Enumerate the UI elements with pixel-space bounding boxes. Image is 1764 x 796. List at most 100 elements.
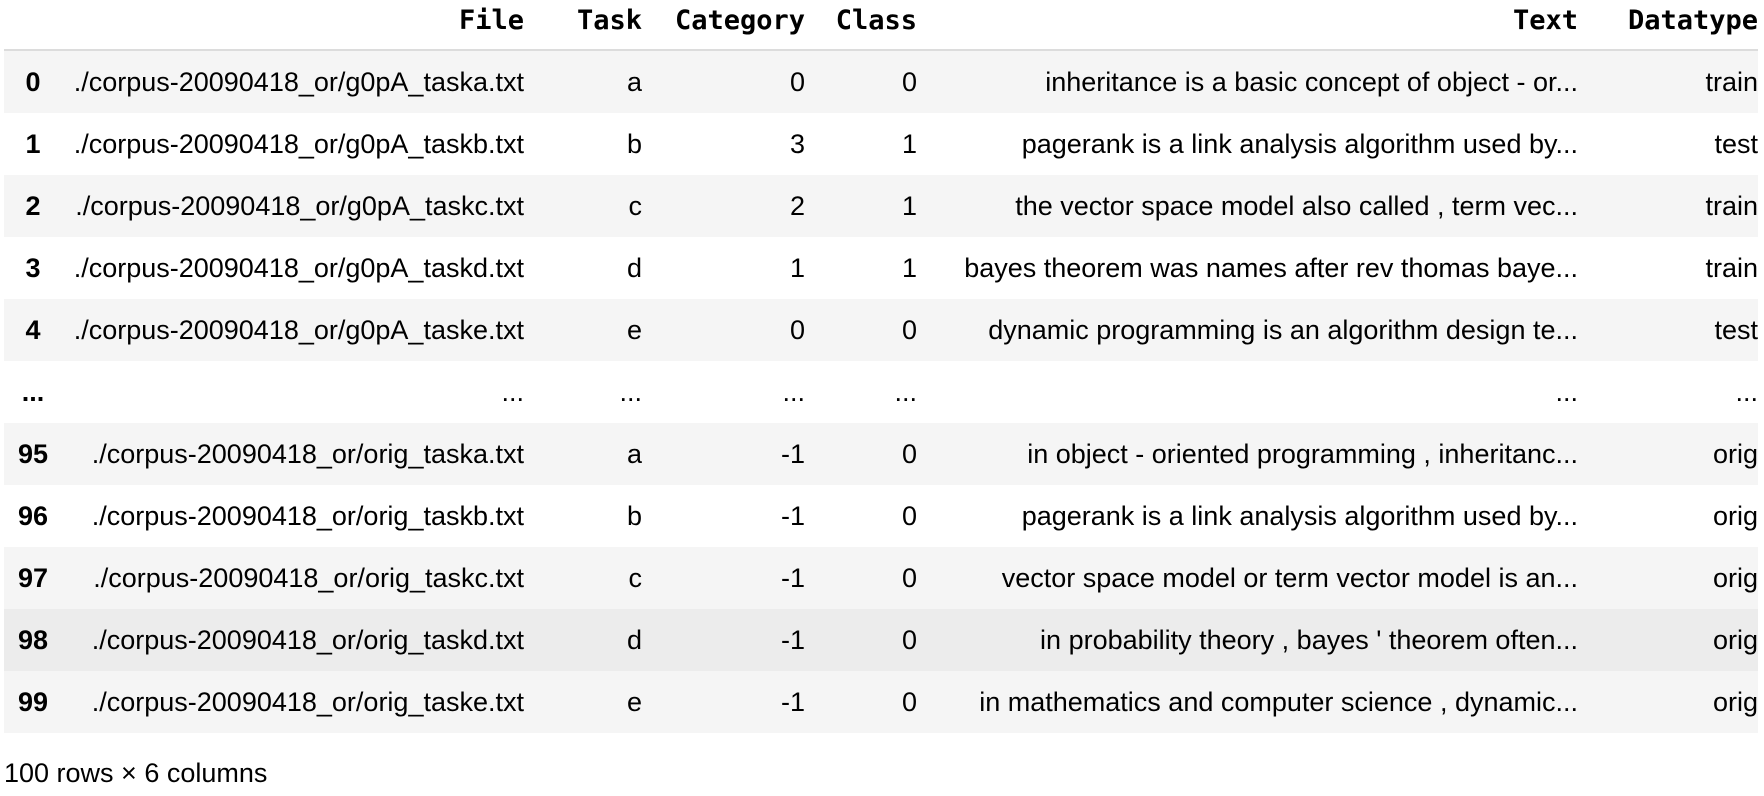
header-task: Task: [548, 0, 642, 51]
header-index: [4, 0, 62, 51]
cell-datatype: orig: [1712, 438, 1758, 469]
shape-summary: 100 rows × 6 columns: [4, 758, 268, 788]
cell-class: 1: [901, 252, 917, 283]
table-row: 1 ./corpus-20090418_or/g0pA_taskb.txt b 3 1 p…: [4, 113, 1758, 175]
cell-datatype: train: [1705, 252, 1758, 283]
cell-text: bayes theorem was names after rev thomas…: [964, 252, 1578, 283]
cell-datatype: train: [1705, 190, 1758, 221]
cell-category: -1: [780, 438, 805, 469]
cell-class: 0: [901, 624, 917, 655]
cell-category: ...: [782, 376, 805, 407]
cell-class: 0: [901, 314, 917, 345]
header-text: Text: [917, 0, 1578, 51]
table-row: 98 ./corpus-20090418_or/orig_taskd.txt d -1…: [4, 609, 1758, 671]
cell-file: ./corpus-20090418_or/g0pA_taskb.txt: [73, 128, 524, 159]
row-index: 99: [17, 686, 49, 717]
cell-text: ...: [1555, 376, 1578, 407]
cell-class: 0: [901, 500, 917, 531]
cell-text: in mathematics and computer science , dy…: [979, 686, 1578, 717]
cell-datatype: test: [1714, 128, 1758, 159]
header-file: File: [62, 0, 548, 51]
cell-datatype: orig: [1712, 500, 1758, 531]
cell-text: pagerank is a link analysis algorithm us…: [1021, 128, 1578, 159]
cell-category: -1: [780, 624, 805, 655]
cell-datatype: train: [1705, 66, 1758, 97]
header-row: File Task Category Class Text Datatype: [4, 0, 1758, 51]
row-index: 2: [25, 190, 41, 221]
cell-category: -1: [780, 500, 805, 531]
cell-datatype: orig: [1712, 624, 1758, 655]
row-index: 0: [25, 66, 41, 97]
cell-task: b: [626, 500, 642, 531]
cell-class: 0: [901, 438, 917, 469]
table-row: 99 ./corpus-20090418_or/orig_taske.txt e -1…: [4, 671, 1758, 733]
table-row: 95 ./corpus-20090418_or/orig_taska.txt a -1…: [4, 423, 1758, 485]
cell-file: ...: [501, 376, 524, 407]
table-row: .....................: [4, 361, 1758, 423]
cell-category: 1: [789, 252, 805, 283]
row-index: 95: [17, 438, 49, 469]
cell-file: ./corpus-20090418_or/g0pA_taska.txt: [73, 66, 524, 97]
cell-file: ./corpus-20090418_or/g0pA_taskc.txt: [75, 190, 524, 221]
row-index: 96: [17, 500, 49, 531]
table-header: File Task Category Class Text Datatype: [4, 0, 1758, 51]
cell-category: 0: [789, 66, 805, 97]
cell-category: 3: [789, 128, 805, 159]
cell-text: in object - oriented programming , inher…: [1027, 438, 1578, 469]
cell-file: ./corpus-20090418_or/orig_taske.txt: [91, 686, 524, 717]
cell-text: pagerank is a link analysis algorithm us…: [1021, 500, 1578, 531]
dataframe-output: File Task Category Class Text Datatype 0…: [4, 0, 1758, 733]
row-index: 97: [17, 562, 49, 593]
cell-task: ...: [619, 376, 642, 407]
table-row: 2 ./corpus-20090418_or/g0pA_taskc.txt c 2 1 t…: [4, 175, 1758, 237]
header-class: Class: [805, 0, 917, 51]
cell-class: ...: [894, 376, 917, 407]
row-index: 3: [25, 252, 41, 283]
cell-file: ./corpus-20090418_or/g0pA_taske.txt: [73, 314, 524, 345]
table-row: 0 ./corpus-20090418_or/g0pA_taska.txt a 0 0 i…: [4, 50, 1758, 113]
cell-text: vector space model or term vector model …: [1001, 562, 1578, 593]
table-row: 97 ./corpus-20090418_or/orig_taskc.txt c -1…: [4, 547, 1758, 609]
cell-task: a: [626, 438, 642, 469]
header-category: Category: [642, 0, 805, 51]
table-row: 3 ./corpus-20090418_or/g0pA_taskd.txt d 1 1 b…: [4, 237, 1758, 299]
cell-text: inheritance is a basic concept of object…: [1045, 66, 1578, 97]
cell-category: -1: [780, 562, 805, 593]
cell-file: ./corpus-20090418_or/orig_taskb.txt: [91, 500, 524, 531]
cell-file: ./corpus-20090418_or/orig_taska.txt: [91, 438, 524, 469]
cell-class: 0: [901, 562, 917, 593]
cell-file: ./corpus-20090418_or/g0pA_taskd.txt: [73, 252, 524, 283]
cell-task: a: [626, 66, 642, 97]
cell-text: the vector space model also called , ter…: [1015, 190, 1578, 221]
table-body: 0 ./corpus-20090418_or/g0pA_taska.txt a 0 0 i…: [4, 50, 1758, 733]
cell-task: e: [626, 314, 642, 345]
cell-category: 0: [789, 314, 805, 345]
cell-task: d: [626, 624, 642, 655]
cell-text: dynamic programming is an algorithm desi…: [988, 314, 1578, 345]
cell-datatype: orig: [1712, 686, 1758, 717]
cell-task: c: [628, 190, 643, 221]
row-index: 1: [25, 128, 41, 159]
cell-class: 0: [901, 686, 917, 717]
dataframe-table: File Task Category Class Text Datatype 0…: [4, 0, 1758, 733]
cell-file: ./corpus-20090418_or/orig_taskc.txt: [93, 562, 524, 593]
row-index: 98: [17, 624, 49, 655]
cell-file: ./corpus-20090418_or/orig_taskd.txt: [91, 624, 524, 655]
cell-class: 1: [901, 128, 917, 159]
table-row: 4 ./corpus-20090418_or/g0pA_taske.txt e 0 0 d…: [4, 299, 1758, 361]
cell-class: 1: [901, 190, 917, 221]
cell-task: b: [626, 128, 642, 159]
cell-category: 2: [789, 190, 805, 221]
header-datatype: Datatype: [1578, 0, 1758, 51]
table-row: 96 ./corpus-20090418_or/orig_taskb.txt b -1…: [4, 485, 1758, 547]
cell-task: d: [626, 252, 642, 283]
row-index: 4: [25, 314, 41, 345]
row-index: ...: [21, 376, 45, 407]
cell-task: e: [626, 686, 642, 717]
cell-datatype: orig: [1712, 562, 1758, 593]
cell-category: -1: [780, 686, 805, 717]
cell-task: c: [628, 562, 643, 593]
cell-class: 0: [901, 66, 917, 97]
cell-text: in probability theory , bayes ' theorem …: [1040, 624, 1578, 655]
cell-datatype: ...: [1735, 376, 1758, 407]
